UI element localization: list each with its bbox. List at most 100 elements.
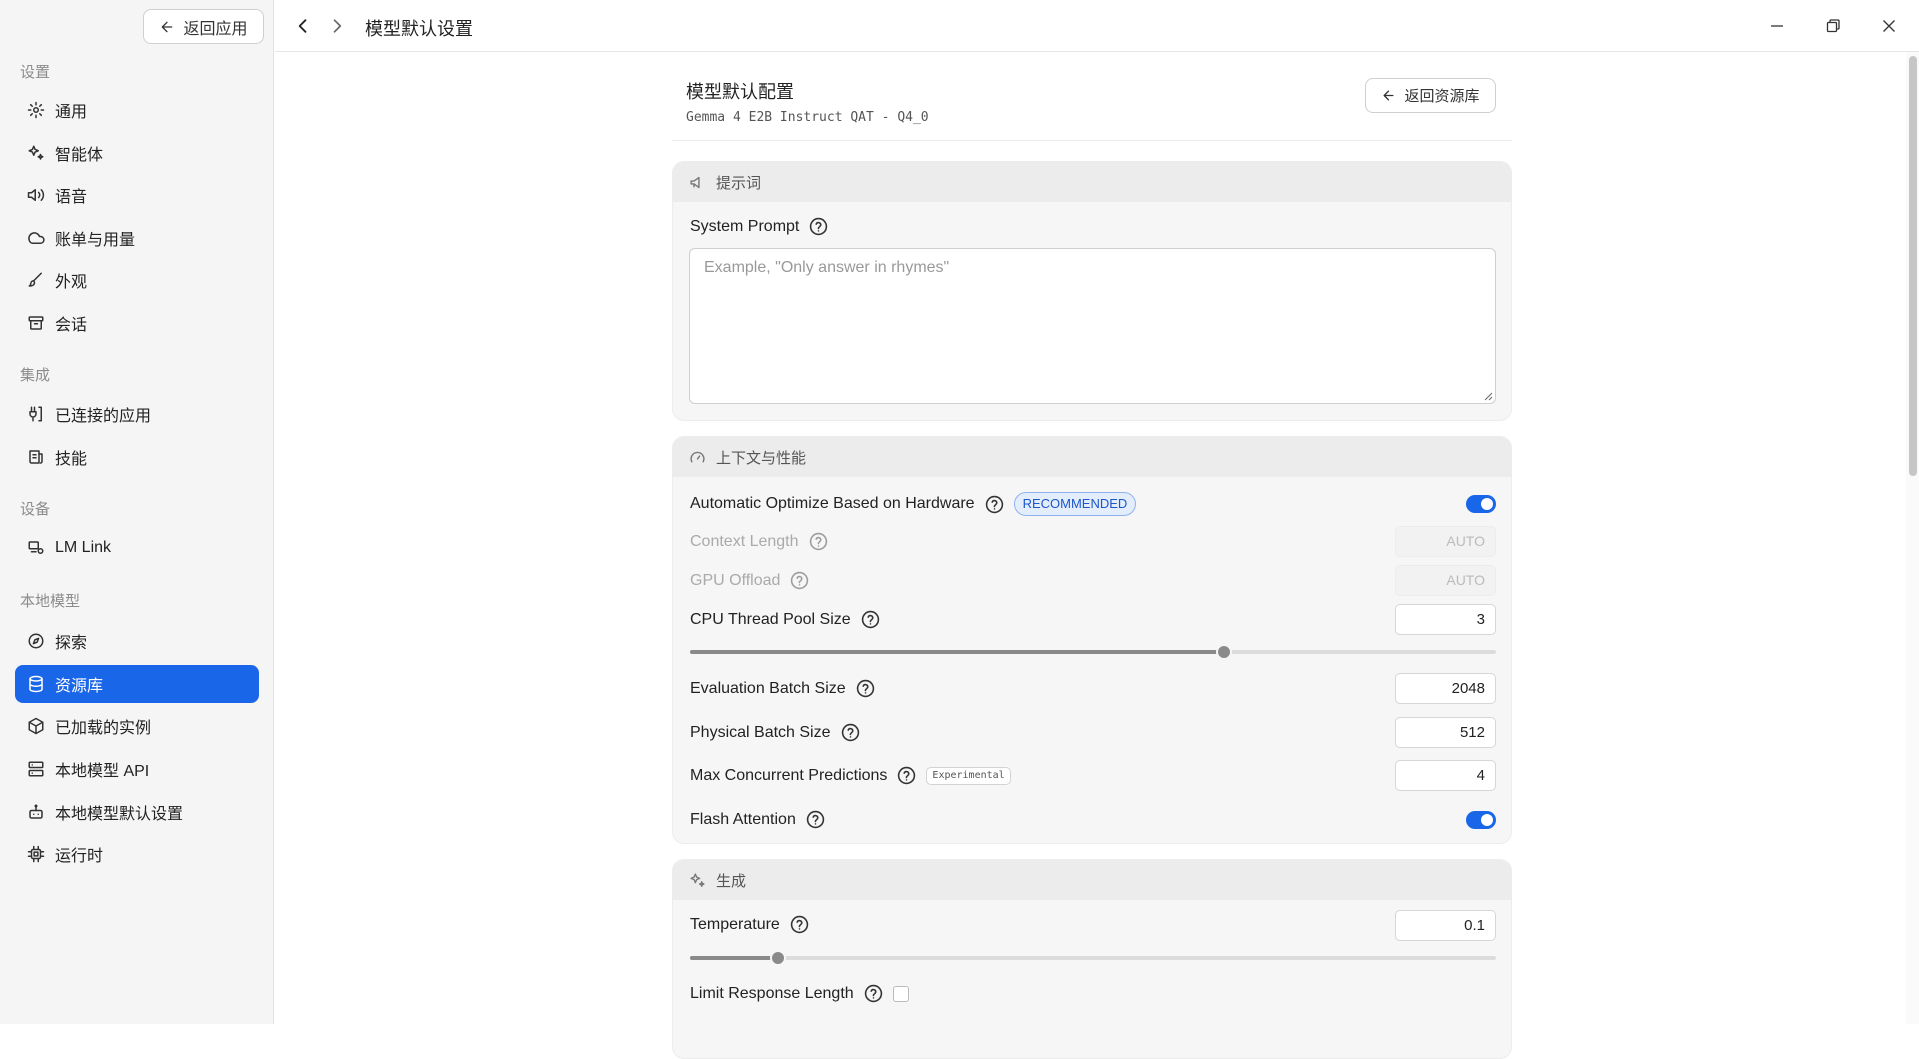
slider-fill (690, 650, 1224, 654)
database-icon (29, 675, 43, 693)
scrollbar-thumb[interactable] (1909, 56, 1917, 476)
sparkles-icon (28, 145, 44, 160)
nav-forward-button[interactable] (324, 13, 350, 39)
slider-track (690, 956, 1496, 960)
help-icon[interactable] (809, 532, 828, 551)
prompt-card-header: 提示词 (673, 162, 1511, 202)
close-window-button[interactable] (1876, 13, 1902, 39)
section-integrations: 集成 (20, 367, 51, 384)
sidebar-item-agents[interactable]: 智能体 (15, 134, 259, 172)
sidebar-item-appearance[interactable]: 外观 (15, 261, 259, 299)
context-card-title: 上下文与性能 (716, 449, 807, 467)
prompt-card-title: 提示词 (716, 174, 762, 192)
sidebar-item-lm-link[interactable]: LM Link (15, 529, 259, 567)
help-icon[interactable] (856, 679, 875, 698)
slider-thumb[interactable] (1215, 644, 1232, 660)
cpu-threads-row: CPU Thread Pool Size (690, 610, 880, 629)
chevron-right-icon (333, 19, 342, 33)
temperature-input[interactable]: 0.1 (1395, 910, 1496, 941)
context-length-input[interactable]: AUTO (1395, 526, 1496, 557)
physical-batch-input[interactable]: 512 (1395, 717, 1496, 748)
back-to-library-button[interactable]: 返回资源库 (1365, 78, 1496, 113)
help-icon[interactable] (790, 571, 809, 590)
system-prompt-placeholder: Example, "Only answer in rhymes" (704, 259, 950, 276)
sidebar-item-label: 通用 (55, 104, 88, 121)
gpu-offload-row: GPU Offload (690, 571, 809, 590)
sidebar-item-billing[interactable]: 账单与用量 (15, 219, 259, 257)
limit-length-row: Limit Response Length (690, 984, 909, 1003)
flash-attention-label: Flash Attention (690, 810, 796, 828)
generation-card: 生成 Temperature 0.1 Limit Response Length (672, 859, 1512, 1059)
section-settings: 设置 (20, 64, 51, 81)
help-icon[interactable] (897, 766, 916, 785)
section-devices: 设备 (20, 501, 51, 518)
titlebar: 模型默认设置 (275, 0, 1919, 52)
sidebar-item-label: 语音 (55, 189, 88, 206)
help-icon[interactable] (985, 495, 1004, 514)
arrow-left-icon (1383, 90, 1394, 101)
flash-attention-toggle[interactable] (1466, 811, 1496, 829)
physical-batch-label: Physical Batch Size (690, 723, 831, 741)
brush-icon (28, 272, 42, 287)
sidebar-item-label: 技能 (55, 451, 88, 468)
minimize-icon (1771, 25, 1783, 27)
sidebar-item-general[interactable]: 通用 (15, 91, 259, 129)
resize-grip-icon[interactable] (1483, 391, 1493, 401)
context-length-label: Context Length (690, 532, 799, 550)
sidebar-item-library[interactable]: 资源库 (15, 665, 259, 703)
auto-optimize-label: Automatic Optimize Based on Hardware (690, 495, 975, 512)
sidebar-item-label: 探索 (55, 635, 88, 652)
restore-button[interactable] (1820, 13, 1846, 39)
help-icon[interactable] (861, 610, 880, 629)
cpu-threads-label: CPU Thread Pool Size (690, 610, 851, 628)
nav-back-button[interactable] (290, 13, 316, 39)
help-icon[interactable] (806, 810, 825, 829)
back-to-app-button[interactable]: 返回应用 (143, 9, 264, 44)
speaker-icon (27, 189, 45, 201)
sidebar-item-loaded-instances[interactable]: 已加载的实例 (15, 707, 259, 745)
max-concurrent-label: Max Concurrent Predictions (690, 766, 888, 784)
megaphone-icon (690, 176, 700, 188)
system-prompt-input[interactable]: Example, "Only answer in rhymes" (689, 248, 1496, 404)
chevron-left-icon (298, 19, 307, 33)
sidebar-item-connected-apps[interactable]: 已连接的应用 (15, 395, 259, 433)
header-divider (672, 140, 1512, 141)
cpu-threads-input[interactable]: 3 (1395, 604, 1496, 635)
temperature-slider[interactable] (690, 950, 1496, 966)
chip-icon (27, 845, 45, 863)
cpu-threads-slider[interactable] (690, 644, 1496, 660)
sidebar-item-local-api[interactable]: 本地模型 API (15, 750, 259, 788)
sidebar-item-label: 已加载的实例 (55, 720, 152, 737)
sidebar-item-sessions[interactable]: 会话 (15, 304, 259, 342)
sidebar-item-local-defaults[interactable]: 本地模型默认设置 (15, 793, 259, 831)
sidebar-item-runtime[interactable]: 运行时 (15, 835, 259, 873)
help-icon[interactable] (841, 723, 860, 742)
flash-attention-row: Flash Attention (690, 810, 825, 829)
gpu-offload-input[interactable]: AUTO (1395, 565, 1496, 596)
sidebar-item-skills[interactable]: 技能 (15, 438, 259, 476)
eval-batch-input[interactable]: 2048 (1395, 673, 1496, 704)
minimize-button[interactable] (1764, 13, 1790, 39)
config-title: 模型默认配置 (686, 82, 794, 102)
sidebar-item-voice[interactable]: 语音 (15, 176, 259, 214)
help-icon[interactable] (790, 915, 809, 934)
server-icon (28, 761, 44, 777)
sidebar-item-label: 会话 (55, 317, 88, 334)
back-to-library-label: 返回资源库 (1404, 88, 1480, 105)
scroll-icon (29, 450, 43, 464)
prompt-card: 提示词 System Prompt Example, "Only answer … (672, 161, 1512, 421)
max-concurrent-input[interactable]: 4 (1395, 760, 1496, 791)
help-icon[interactable] (864, 984, 883, 1003)
generation-card-title: 生成 (716, 872, 747, 890)
model-name: Gemma 4 E2B Instruct QAT - Q4_0 (686, 110, 929, 125)
sidebar-item-explore[interactable]: 探索 (15, 622, 259, 660)
context-performance-card: 上下文与性能 Automatic Optimize Based on Hardw… (672, 436, 1512, 844)
auto-optimize-toggle[interactable] (1466, 495, 1496, 513)
system-prompt-label: System Prompt (690, 217, 800, 235)
limit-length-label: Limit Response Length (690, 984, 854, 1002)
slider-thumb[interactable] (769, 950, 786, 966)
help-icon[interactable] (809, 217, 828, 236)
sidebar-item-label: 运行时 (55, 848, 104, 865)
sidebar: 返回应用 设置 通用 智能体 语音 账单与用量 外观 会话 集成 已连接的应用 … (0, 0, 274, 1024)
limit-length-checkbox[interactable] (892, 985, 909, 1002)
